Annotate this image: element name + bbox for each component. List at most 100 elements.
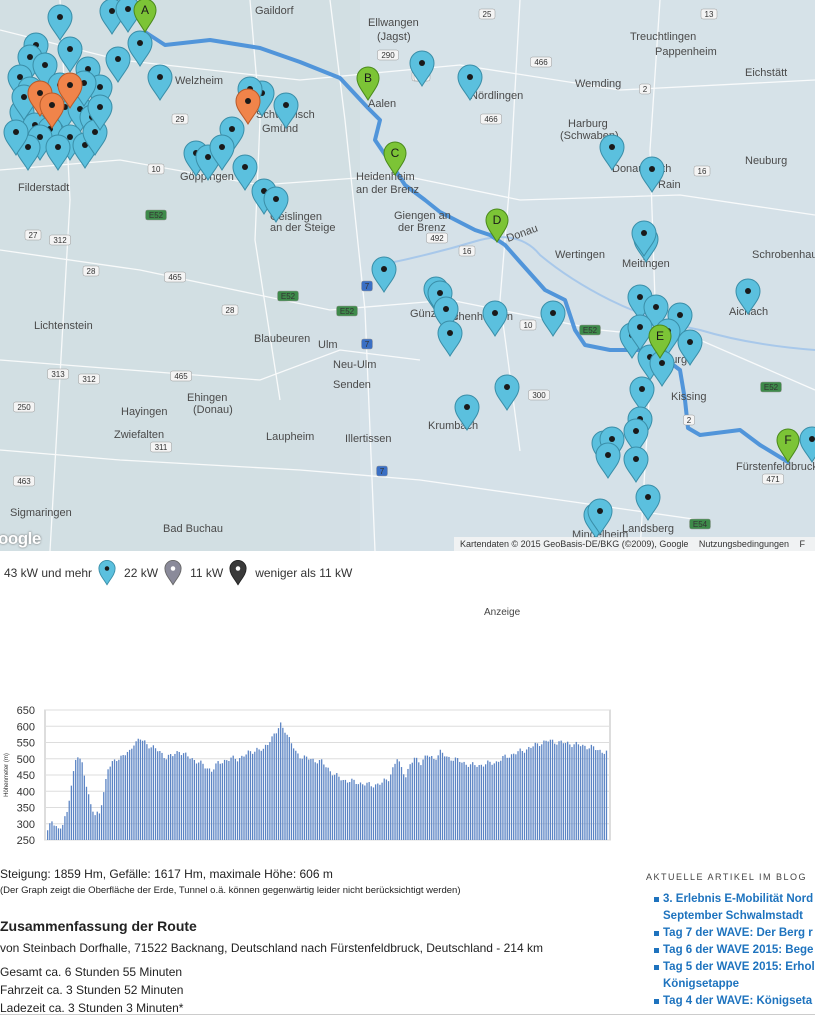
article-link[interactable]: Tag 7 der WAVE: Der Berg r (654, 925, 815, 942)
elevation-bar (180, 755, 183, 840)
map-canvas[interactable]: Gaildorf Ellwangen (Jagst) Welzheim Aalen Nör… (0, 0, 815, 551)
road-number: 10 (152, 165, 161, 174)
elevation-bar (480, 764, 482, 840)
article-link-continued[interactable]: Königsetappe (654, 976, 815, 993)
map-city-label: Neuburg (745, 155, 787, 167)
summary-driving-time: Fahrzeit ca. 3 Stunden 52 Minuten (0, 983, 184, 997)
elevation-bar (141, 740, 144, 840)
road-number: 250 (17, 403, 31, 412)
elevation-bar (545, 740, 547, 840)
elevation-bar (200, 760, 202, 840)
elevation-bar (226, 760, 228, 840)
elevation-bar (558, 741, 560, 840)
elevation-bar (271, 736, 273, 840)
elevation-bar (292, 748, 295, 840)
elevation-bar (349, 782, 351, 840)
terms-link[interactable]: Nutzungsbedingungen (699, 539, 789, 549)
y-axis-label: Höhenmeter (m) (4, 753, 10, 797)
elevation-bar (277, 728, 280, 840)
elevation-bar (370, 786, 372, 840)
marker-gray-icon (164, 560, 182, 586)
y-tick-label: 550 (17, 738, 35, 750)
road-number: 312 (53, 236, 67, 245)
elevation-bar (236, 761, 239, 840)
elevation-bar (474, 765, 476, 840)
elevation-bar (254, 751, 256, 840)
elevation-bar (55, 826, 57, 840)
elevation-bar (422, 759, 424, 840)
elevation-bar (154, 748, 157, 840)
elevation-bar (312, 758, 314, 840)
article-link[interactable]: Tag 5 der WAVE 2015: Erhol (654, 959, 815, 976)
elevation-bar (314, 762, 316, 840)
elevation-bar (204, 768, 206, 840)
road-number: E52 (149, 211, 164, 220)
map-city-label: Wertingen (555, 249, 605, 261)
road-number: 7 (365, 282, 370, 291)
elevation-bar (467, 766, 470, 840)
elevation-bar (206, 768, 208, 840)
elevation-bar (100, 805, 103, 840)
road-number: 10 (524, 321, 533, 330)
article-list: 3. Erlebnis E-Mobilität Nord September S… (646, 891, 815, 1010)
elevation-bar (72, 771, 75, 840)
elevation-bar (547, 741, 549, 840)
elevation-bar (213, 769, 215, 840)
elevation-bar (122, 755, 124, 840)
article-link-continued[interactable]: September Schwalmstadt (654, 908, 815, 925)
elevation-bar (584, 745, 586, 840)
elevation-bar (500, 760, 502, 840)
elevation-bar (157, 751, 159, 840)
road-number: 311 (155, 443, 168, 452)
road-number: 312 (82, 375, 96, 384)
elevation-bar (47, 830, 49, 840)
article-link[interactable]: Tag 4 der WAVE: Königseta (654, 993, 815, 1010)
elevation-bar (310, 758, 312, 840)
elevation-bar (167, 754, 170, 840)
y-tick-label: 500 (17, 754, 35, 766)
elevation-bar (217, 761, 219, 840)
elevation-bar (318, 760, 321, 840)
google-logo: oogle (0, 529, 41, 548)
y-tick-label: 250 (17, 835, 35, 847)
road-number: 28 (226, 306, 235, 315)
elevation-bar (567, 741, 569, 840)
article-link[interactable]: Tag 6 der WAVE 2015: Bege (654, 942, 815, 959)
elevation-bar (439, 749, 441, 840)
elevation-bar (83, 775, 85, 840)
elevation-bar (262, 748, 265, 840)
charger-legend: 43 kW und mehr 22 kW 11 kW weniger als 1… (4, 559, 358, 587)
map-city-label: Harburg (568, 118, 608, 130)
elevation-bar (251, 753, 254, 840)
y-tick-label: 300 (17, 819, 35, 831)
map-city-label: Fürstenfeldbruck (736, 461, 815, 473)
road-number: 16 (698, 167, 707, 176)
elevation-bar (597, 750, 599, 840)
elevation-note: (Der Graph zeigt die Oberfläche der Erde… (0, 885, 461, 896)
elevation-bar (472, 762, 474, 840)
elevation-bar (452, 760, 454, 840)
map-city-label: Gaildorf (255, 5, 294, 17)
route-map[interactable]: Gaildorf Ellwangen (Jagst) Welzheim Aalen Nör… (0, 0, 815, 551)
elevation-bar (331, 775, 334, 840)
elevation-bar (94, 815, 96, 840)
elevation-bar (344, 779, 347, 840)
elevation-bar (191, 758, 193, 840)
elevation-bar (379, 784, 381, 840)
legend-label-under-11kw: weniger als 11 kW (255, 566, 353, 580)
elevation-chart: 650 600 550 500 450 400 350 300 250 Höhenmeter (… (0, 700, 620, 855)
elevation-bar (420, 765, 422, 840)
y-tick-label: 650 (17, 705, 35, 717)
map-city-label: Wemding (575, 78, 621, 90)
elevation-bar (338, 776, 340, 840)
elevation-bar (510, 754, 513, 840)
summary-charging-time: Ladezeit ca. 3 Stunden 3 Minuten* (0, 1001, 184, 1015)
elevation-bar (79, 758, 81, 840)
elevation-bar (64, 816, 66, 840)
elevation-bar (400, 767, 403, 840)
elevation-bar (165, 759, 167, 840)
map-city-label: Laupheim (266, 431, 314, 443)
article-link[interactable]: 3. Erlebnis E-Mobilität Nord (654, 891, 815, 908)
elevation-bar (68, 800, 70, 840)
map-city-label: Illertissen (345, 433, 391, 445)
